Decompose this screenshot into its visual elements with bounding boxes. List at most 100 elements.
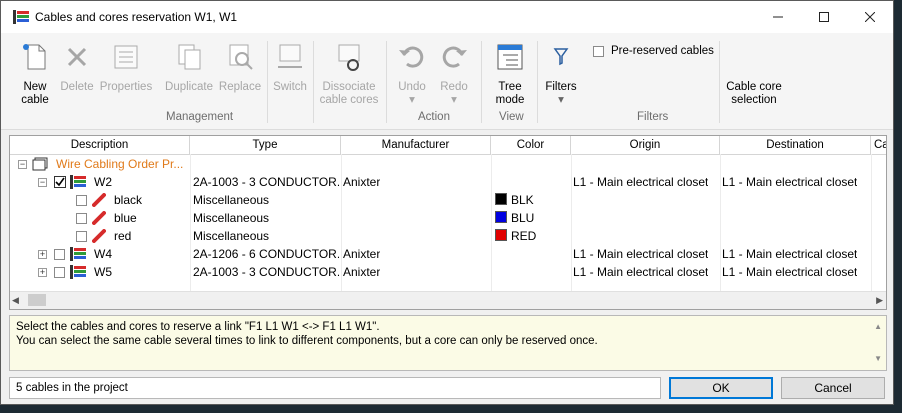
row-color: BLK xyxy=(495,191,534,209)
color-code: BLU xyxy=(511,211,535,225)
cable-icon xyxy=(70,265,86,279)
row-description: W2 xyxy=(94,175,112,189)
row-checkbox[interactable] xyxy=(76,195,87,206)
row-origin: L1 - Main electrical closet xyxy=(573,175,709,189)
tree-mode-button[interactable]: Tree mode xyxy=(485,41,535,107)
minimize-button[interactable] xyxy=(755,1,801,33)
collapse-icon[interactable]: − xyxy=(38,178,47,187)
row-destination: L1 - Main electrical closet xyxy=(722,247,858,261)
color-code: BLK xyxy=(511,193,534,207)
column-header-ca[interactable]: Ca xyxy=(871,136,886,154)
column-header-manufacturer[interactable]: Manufacturer xyxy=(341,136,491,154)
redo-button[interactable]: Redo ▾ xyxy=(435,41,473,107)
new-document-icon xyxy=(23,44,46,70)
table-row[interactable]: + W5 2A-1003 - 3 CONDUCTOR... Anixter L1… xyxy=(10,263,886,281)
dissociate-label: Dissociate cable cores xyxy=(319,81,379,106)
group-label-filters: Filters xyxy=(637,111,669,123)
ribbon-separator xyxy=(313,41,314,123)
row-checkbox[interactable] xyxy=(54,267,65,278)
scroll-down-icon[interactable]: ▼ xyxy=(874,352,882,366)
row-origin: L1 - Main electrical closet xyxy=(573,247,709,261)
row-description: red xyxy=(114,229,132,243)
row-checkbox[interactable] xyxy=(54,249,65,260)
delete-button[interactable]: Delete xyxy=(57,41,97,94)
group-label-management: Management xyxy=(166,111,234,123)
table-row[interactable]: blue Miscellaneous BLU xyxy=(10,209,886,227)
cancel-button[interactable]: Cancel xyxy=(781,377,885,399)
horizontal-scrollbar[interactable]: ◀ ▶ xyxy=(10,291,886,309)
scrollbar-thumb[interactable] xyxy=(28,294,46,306)
color-swatch xyxy=(495,211,507,223)
undo-button[interactable]: Undo ▾ xyxy=(393,41,431,107)
row-manufacturer: Anixter xyxy=(343,265,381,279)
dissociate-cable-cores-button[interactable]: Dissociate cable cores xyxy=(317,41,381,107)
table-row[interactable]: black Miscellaneous BLK xyxy=(10,191,886,209)
color-code: RED xyxy=(511,229,537,243)
redo-dropdown-icon: ▾ xyxy=(451,94,457,106)
group-label-action: Action xyxy=(418,111,450,123)
switch-button[interactable]: Switch xyxy=(269,41,311,94)
ribbon-toolbar: New cable Delete Properties Duplicate Re… xyxy=(1,33,893,130)
core-wire-icon xyxy=(92,229,106,243)
group-label-view: View xyxy=(499,111,524,123)
cables-tree-grid[interactable]: Description Type Manufacturer Color Orig… xyxy=(9,135,887,310)
filters-button[interactable]: Filters ▾ xyxy=(541,41,581,107)
column-header-description[interactable]: Description xyxy=(10,136,190,154)
collapse-icon[interactable]: − xyxy=(18,160,27,169)
undo-dropdown-icon: ▾ xyxy=(409,94,415,106)
pre-reserved-label: Pre-reserved cables xyxy=(611,45,714,57)
undo-icon xyxy=(399,46,424,68)
row-manufacturer: Anixter xyxy=(343,175,381,189)
row-type: Miscellaneous xyxy=(193,211,270,225)
row-checkbox[interactable] xyxy=(76,213,87,224)
redo-label: Redo xyxy=(440,81,468,93)
cable-icon xyxy=(70,247,86,261)
row-type: 2A-1206 - 6 CONDUCTOR... xyxy=(193,247,339,261)
duplicate-label: Duplicate xyxy=(165,81,213,93)
replace-label: Replace xyxy=(218,81,262,93)
table-row[interactable]: + W4 2A-1206 - 6 CONDUCTOR... Anixter L1… xyxy=(10,245,886,263)
cable-icon xyxy=(70,175,86,189)
expand-icon[interactable]: + xyxy=(38,268,47,277)
switch-label: Switch xyxy=(273,81,307,93)
properties-label: Properties xyxy=(99,81,153,93)
project-folder-icon xyxy=(32,157,48,171)
close-button[interactable] xyxy=(847,1,893,33)
filters-label: Filters xyxy=(545,81,577,93)
tree-root-label: Wire Cabling Order Pr... xyxy=(56,157,184,171)
ok-button[interactable]: OK xyxy=(669,377,773,399)
row-checkbox[interactable] xyxy=(76,231,87,242)
filter-icon xyxy=(553,48,569,66)
redo-icon xyxy=(442,46,467,68)
column-header-type[interactable]: Type xyxy=(190,136,341,154)
info-message-box: Select the cables and cores to reserve a… xyxy=(9,315,887,371)
scroll-up-icon[interactable]: ▲ xyxy=(874,320,882,334)
table-row[interactable]: red Miscellaneous RED xyxy=(10,227,886,245)
replace-button[interactable]: Replace xyxy=(217,41,263,94)
column-header-destination[interactable]: Destination xyxy=(720,136,871,154)
properties-button[interactable]: Properties xyxy=(97,41,155,94)
cable-core-selection-button[interactable]: Cable core selection xyxy=(721,81,787,107)
properties-icon xyxy=(114,45,138,69)
scroll-right-icon[interactable]: ▶ xyxy=(876,295,883,306)
maximize-button[interactable] xyxy=(801,1,847,33)
cable-core-selection-label: Cable core selection xyxy=(726,81,782,106)
tree-root-row[interactable]: − Wire Cabling Order Pr... xyxy=(10,155,886,173)
undo-label: Undo xyxy=(398,81,426,93)
row-destination: L1 - Main electrical closet xyxy=(722,175,858,189)
row-type: 2A-1003 - 3 CONDUCTOR... xyxy=(193,175,339,189)
table-row[interactable]: − W2 2A-1003 - 3 CONDUCTOR... Anixter L1… xyxy=(10,173,886,191)
minimize-icon xyxy=(773,16,783,18)
new-cable-label: New cable xyxy=(21,81,49,106)
column-header-origin[interactable]: Origin xyxy=(571,136,720,154)
duplicate-button[interactable]: Duplicate xyxy=(161,41,217,94)
row-checkbox-checked[interactable] xyxy=(54,176,66,188)
row-destination: L1 - Main electrical closet xyxy=(722,265,858,279)
row-manufacturer: Anixter xyxy=(343,247,381,261)
pre-reserved-checkbox[interactable] xyxy=(593,46,604,57)
new-cable-button[interactable]: New cable xyxy=(13,41,57,107)
scroll-left-icon[interactable]: ◀ xyxy=(12,295,19,306)
column-header-color[interactable]: Color xyxy=(491,136,571,154)
expand-icon[interactable]: + xyxy=(38,250,47,259)
row-description: black xyxy=(114,193,143,207)
